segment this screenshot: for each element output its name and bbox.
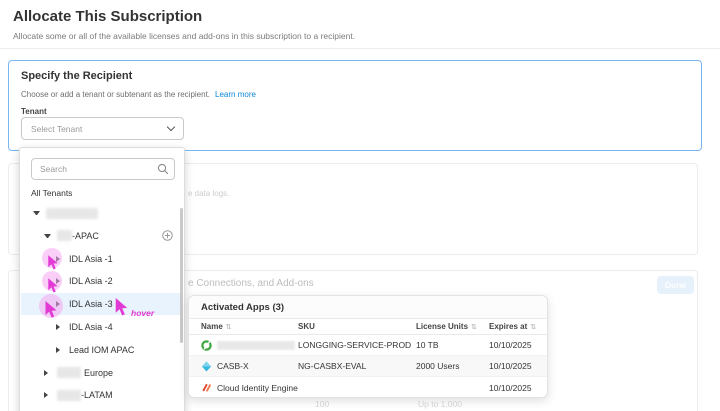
app-expires-cell: 10/10/2025	[489, 383, 548, 393]
chevron-down-icon	[167, 123, 175, 131]
column-header-expires-at[interactable]: Expires at⇅	[489, 322, 548, 331]
app-sku-cell: NG-CASBX-EVAL	[298, 361, 416, 371]
connections-addons-title-fragment: e Connections, and Add-ons	[188, 278, 314, 289]
tenant-search-field	[31, 158, 175, 180]
caret-collapsed-icon[interactable]	[56, 256, 63, 262]
activated-apps-title: Activated Apps (3)	[189, 296, 547, 319]
column-header-license-units[interactable]: License Units⇅	[416, 322, 489, 331]
activated-apps-popup: Activated Apps (3) Name⇅SKULicense Units…	[188, 295, 548, 398]
tenant-select-placeholder: Select Tenant	[31, 124, 168, 134]
app-license-units-cell: 2000 Users	[416, 361, 489, 371]
tenant-tree-item-label: -APAC	[72, 231, 99, 241]
casb-x-icon	[201, 361, 212, 372]
caret-collapsed-icon[interactable]	[56, 301, 63, 307]
add-subtenant-icon[interactable]	[162, 230, 173, 241]
caret-collapsed-icon[interactable]	[56, 278, 63, 284]
all-tenants-label[interactable]: All Tenants	[31, 188, 72, 198]
tenant-tree-item-label: IDL Asia -3	[69, 299, 113, 309]
tenant-tree-item-lead-iom-apac[interactable]: Lead IOM APAC	[21, 339, 181, 361]
tenant-tree-item-idl-asia-2[interactable]: IDL Asia -2	[21, 270, 181, 292]
app-expires-cell: 10/10/2025	[489, 361, 548, 371]
app-name-cell: CASB-X	[201, 361, 298, 372]
caret-expanded-icon[interactable]	[44, 234, 51, 238]
redacted-tenant-name	[57, 230, 72, 241]
caret-collapsed-icon[interactable]	[44, 370, 51, 376]
tenant-tree-item-idl-asia-4[interactable]: IDL Asia -4	[21, 316, 181, 338]
caret-collapsed-icon[interactable]	[56, 324, 63, 330]
recipient-description-text: Choose or add a tenant or subtenant as t…	[21, 90, 210, 99]
sort-icon[interactable]: ⇅	[226, 324, 232, 331]
caret-collapsed-icon[interactable]	[44, 392, 51, 398]
tenant-tree-item-idl-asia-1[interactable]: IDL Asia -1	[21, 248, 181, 270]
caret-collapsed-icon[interactable]	[56, 347, 63, 353]
tenant-tree-item-label: IDL Asia -1	[69, 254, 113, 264]
app-table-row[interactable]: Cloud Identity Engine 10/10/2025	[189, 377, 547, 398]
search-icon	[157, 163, 169, 175]
tenant-tree-item-label: IDL Asia -4	[69, 322, 113, 332]
dropdown-scrollbar[interactable]	[180, 208, 183, 343]
cloud-identity-engine-icon	[201, 382, 212, 393]
tenant-tree-item-label: Lead IOM APAC	[69, 345, 134, 355]
redacted-tenant-name	[57, 367, 81, 378]
app-sku-cell: LONGGING-SERVICE-PROD	[298, 340, 416, 350]
apps-table-body: LONGGING-SERVICE-PROD10 TB10/10/2025CASB…	[189, 335, 547, 398]
faint-table-cell: Up to 1,000	[418, 399, 462, 409]
faint-table-cell: 100	[315, 399, 329, 409]
app-name-label: Cloud Identity Engine	[217, 383, 298, 393]
recipient-card-title: Specify the Recipient	[21, 70, 132, 82]
learn-more-link[interactable]: Learn more	[215, 90, 256, 99]
app-name-label: CASB-X	[217, 361, 249, 371]
tenant-tree-item--apac[interactable]: -APAC	[21, 225, 181, 247]
recipient-card-description: Choose or add a tenant or subtenant as t…	[21, 90, 256, 99]
tenant-tree-item-label: IDL Asia -2	[69, 276, 113, 286]
data-logs-text-fragment: e data logs.	[188, 189, 229, 198]
tenant-dropdown-panel: All Tenants -APAC IDL Asia -1 IDL Asia -2 I…	[19, 147, 185, 411]
apps-table-header-row: Name⇅SKULicense Units⇅Expires at⇅	[189, 319, 547, 335]
app-table-row[interactable]: CASB-X NG-CASBX-EVAL2000 Users10/10/2025	[189, 356, 547, 377]
tenant-tree-item-europe[interactable]: Europe	[21, 362, 181, 384]
sort-icon[interactable]: ⇅	[471, 324, 477, 331]
strata-logging-service-icon	[201, 340, 212, 351]
app-expires-cell: 10/10/2025	[489, 340, 548, 350]
search-input[interactable]	[31, 158, 175, 180]
tenant-tree-item-label: -LATAM	[81, 390, 113, 400]
sort-icon[interactable]: ⇅	[530, 324, 536, 331]
app-name-cell: Cloud Identity Engine	[201, 382, 298, 393]
page-title: Allocate This Subscription	[13, 8, 202, 25]
tenant-tree-item[interactable]	[21, 202, 181, 224]
done-button[interactable]: Done	[657, 276, 694, 294]
app-name-cell	[201, 340, 298, 351]
tenant-tree-item--latam[interactable]: -LATAM	[21, 384, 181, 406]
app-table-row[interactable]: LONGGING-SERVICE-PROD10 TB10/10/2025	[189, 335, 547, 356]
tenant-tree-item-label: Europe	[84, 368, 113, 378]
tenant-tree-item-idl-asia-3[interactable]: IDL Asia -3	[21, 293, 181, 315]
header-divider	[0, 48, 720, 49]
tenant-select[interactable]: Select Tenant	[21, 117, 184, 140]
tenant-field-label: Tenant	[21, 107, 47, 116]
app-license-units-cell: 10 TB	[416, 340, 489, 350]
column-header-sku: SKU	[298, 322, 416, 331]
page-subtitle: Allocate some or all of the available li…	[13, 31, 355, 41]
redacted-tenant-name	[46, 208, 98, 219]
allocate-subscription-page: Allocate This Subscription Allocate some…	[0, 0, 720, 411]
caret-expanded-icon[interactable]	[33, 211, 40, 215]
column-header-name[interactable]: Name⇅	[201, 322, 298, 331]
redacted-app-name	[217, 341, 295, 350]
redacted-tenant-name	[57, 390, 81, 401]
